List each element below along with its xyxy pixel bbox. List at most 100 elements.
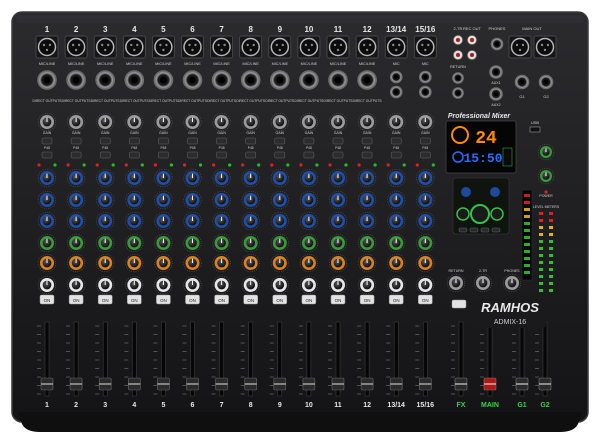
channel-fader[interactable] [69,377,83,391]
return-left-jack[interactable] [452,72,464,84]
main-out-right-xlr[interactable] [533,35,557,59]
phantom-power-button[interactable] [158,137,169,145]
channel-fader[interactable] [302,377,316,391]
line-input-right-jack[interactable] [418,85,432,99]
mode-button[interactable] [480,227,490,233]
line-input-jack[interactable] [299,70,319,90]
phantom-power-button[interactable] [99,137,111,145]
rca-jack[interactable] [453,50,463,60]
channel-fader[interactable] [273,377,287,391]
phantom-power-button[interactable] [129,137,140,145]
phantom-power-button[interactable] [187,137,198,145]
main-fader[interactable] [483,377,497,391]
hpf-button[interactable] [390,151,402,159]
rca-jack[interactable] [453,35,463,45]
mode-button[interactable] [458,227,468,233]
xlr-input[interactable] [210,35,233,59]
xlr-input[interactable] [35,35,59,59]
rca-jack[interactable] [467,50,477,60]
hpf-button[interactable] [274,151,286,159]
group1-out-jack[interactable] [514,74,530,90]
hpf-button[interactable] [158,151,169,159]
phantom-power-button[interactable] [245,137,256,145]
hpf-button[interactable] [361,151,373,159]
line-input-jack[interactable] [240,70,261,90]
hpf-button[interactable] [420,151,431,159]
channel-fader[interactable] [418,377,432,391]
phones-jack[interactable] [490,37,504,51]
xlr-input[interactable] [413,35,437,59]
xlr-input[interactable] [355,35,379,59]
xlr-input[interactable] [297,35,321,59]
line-input-jack[interactable] [328,70,348,90]
xlr-input[interactable] [268,35,292,59]
fx-select-button[interactable] [461,187,471,197]
phantom-power-button[interactable] [70,137,82,145]
phantom-power-button[interactable] [332,137,344,145]
rca-jack[interactable] [467,35,477,45]
hpf-button[interactable] [99,151,111,159]
prev-track-button[interactable] [456,207,470,221]
channel-fader[interactable] [40,377,54,391]
line-input-right-jack[interactable] [389,85,403,99]
line-input-jack[interactable] [211,70,232,90]
next-track-button[interactable] [490,207,504,221]
group-fader[interactable] [515,377,529,391]
line-input-left-jack[interactable] [418,70,432,84]
line-input-jack[interactable] [182,70,203,90]
group2-out-jack[interactable] [538,74,554,90]
hpf-button[interactable] [332,151,344,159]
channel-fader[interactable] [186,377,199,391]
line-input-jack[interactable] [153,70,174,90]
line-input-jack[interactable] [269,70,290,90]
hpf-button[interactable] [216,151,227,159]
hpf-button[interactable] [41,151,53,159]
phantom-power-button[interactable] [361,137,373,145]
xlr-input[interactable] [152,35,175,59]
mode-button[interactable] [469,227,479,233]
phantom-power-button[interactable] [216,137,227,145]
phantom-power-button[interactable] [274,137,286,145]
hpf-button[interactable] [187,151,198,159]
channel-fader[interactable] [360,377,374,391]
channel-fader[interactable] [215,377,228,391]
aux1-out-jack[interactable] [489,65,503,79]
channel-fader[interactable] [331,377,345,391]
phantom-power-button[interactable] [390,137,402,145]
hpf-button[interactable] [129,151,140,159]
usb-port[interactable] [529,126,541,133]
xlr-input[interactable] [64,35,88,59]
main-out-left-xlr[interactable] [508,35,532,59]
master-assign-button[interactable] [451,299,467,309]
channel-fader[interactable] [244,377,257,391]
line-input-jack[interactable] [37,70,57,90]
fx-fader[interactable] [454,377,468,391]
mode-button[interactable] [491,227,501,233]
group-fader[interactable] [538,377,552,391]
xlr-input[interactable] [181,35,204,59]
channel-fader[interactable] [157,377,170,391]
hpf-button[interactable] [303,151,315,159]
hpf-button[interactable] [70,151,82,159]
line-input-jack[interactable] [66,70,86,90]
fx-edit-button[interactable] [490,187,500,197]
aux2-out-jack[interactable] [489,87,503,101]
xlr-input[interactable] [384,35,408,59]
phantom-power-button[interactable] [303,137,315,145]
line-input-jack[interactable] [95,70,115,90]
channel-fader[interactable] [98,377,112,391]
xlr-input[interactable] [239,35,263,59]
return-right-jack[interactable] [452,87,464,99]
line-input-jack[interactable] [357,70,377,90]
xlr-input[interactable] [122,35,146,59]
phantom-power-button[interactable] [420,137,431,145]
channel-fader[interactable] [389,377,403,391]
xlr-input[interactable] [93,35,117,59]
phantom-power-button[interactable] [41,137,53,145]
line-input-left-jack[interactable] [389,70,403,84]
hpf-button[interactable] [245,151,256,159]
play-pause-button[interactable] [470,204,490,224]
channel-fader[interactable] [128,377,141,391]
xlr-input[interactable] [326,35,350,59]
line-input-jack[interactable] [124,70,145,90]
